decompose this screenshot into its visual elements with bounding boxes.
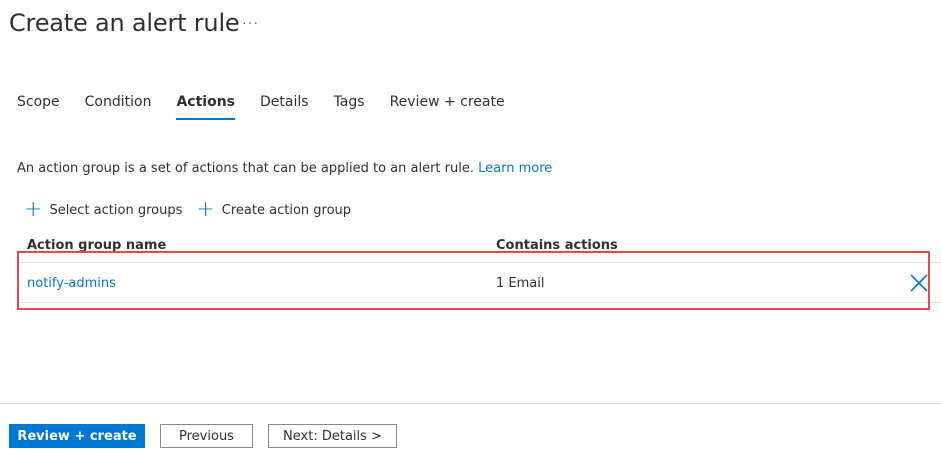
actions-description: An action group is a set of actions that… bbox=[17, 161, 552, 176]
plus-icon: + bbox=[24, 197, 43, 222]
learn-more-link[interactable]: Learn more bbox=[478, 161, 552, 176]
description-text: An action group is a set of actions that… bbox=[17, 161, 474, 176]
create-action-group-label: Create action group bbox=[221, 202, 352, 218]
footer-divider bbox=[0, 403, 941, 404]
action-group-name-link[interactable]: notify-admins bbox=[27, 276, 116, 291]
column-header-name: Action group name bbox=[27, 238, 167, 253]
previous-button[interactable]: Previous bbox=[160, 424, 253, 448]
page-title: Create an alert rule bbox=[9, 9, 240, 37]
close-icon[interactable] bbox=[908, 272, 930, 294]
plus-icon: + bbox=[196, 197, 215, 222]
select-action-groups-button[interactable]: + Select action groups bbox=[24, 197, 183, 222]
more-options-icon[interactable]: ··· bbox=[242, 14, 259, 30]
next-details-button[interactable]: Next: Details > bbox=[268, 424, 397, 448]
tab-details[interactable]: Details bbox=[260, 94, 309, 120]
tab-bar: Scope Condition Actions Details Tags Rev… bbox=[17, 94, 530, 120]
select-action-groups-label: Select action groups bbox=[49, 202, 183, 218]
table-row: notify-admins 1 Email bbox=[17, 262, 941, 303]
contains-actions-value: 1 Email bbox=[496, 276, 545, 291]
column-header-actions: Contains actions bbox=[496, 238, 618, 253]
tab-actions[interactable]: Actions bbox=[176, 94, 236, 120]
command-bar: + Select action groups + Create action g… bbox=[24, 197, 365, 222]
create-action-group-button[interactable]: + Create action group bbox=[196, 197, 352, 222]
tab-condition[interactable]: Condition bbox=[85, 94, 152, 120]
tab-review-create[interactable]: Review + create bbox=[390, 94, 505, 120]
review-create-button[interactable]: Review + create bbox=[9, 424, 145, 448]
tab-scope[interactable]: Scope bbox=[17, 94, 60, 120]
tab-tags[interactable]: Tags bbox=[334, 94, 365, 120]
